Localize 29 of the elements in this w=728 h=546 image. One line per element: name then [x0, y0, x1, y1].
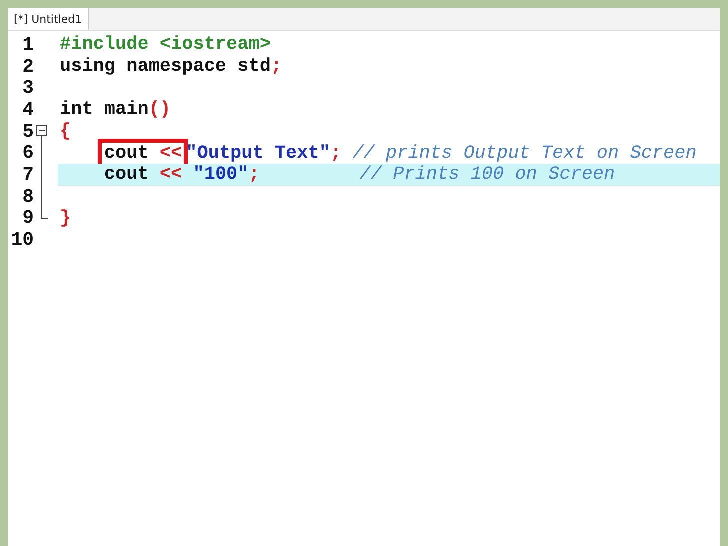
- line-number: 8: [22, 186, 34, 208]
- line-number: 2: [22, 56, 34, 78]
- code-text: #include <iostream>: [60, 34, 271, 56]
- code-text: ;: [330, 142, 343, 164]
- line-number: 3: [22, 77, 34, 100]
- line-number: 6: [22, 142, 34, 164]
- code-editor[interactable]: 1 #include <iostream> 2 using namespace std; 3 4 int main() 5 { 6 cout << "Output Text"; // prints Output Text on Screen 7 cout << "100"; // Prints 100 on Screen 8 9 } 10: [8, 31, 720, 546]
- code-comment: // prints Output Text on Screen: [352, 142, 697, 164]
- code-text: int main: [60, 99, 149, 120]
- code-text: {: [60, 121, 72, 142]
- code-text: using namespace std: [60, 56, 271, 78]
- line-number: 1: [22, 34, 34, 56]
- line-number: 5: [22, 120, 34, 143]
- string-literal: "100": [193, 164, 249, 186]
- file-tab[interactable]: [*] Untitled1: [8, 8, 90, 30]
- code-text: cout: [104, 142, 150, 164]
- code-text: cout: [104, 164, 150, 186]
- string-literal: "Output Text": [186, 142, 330, 164]
- code-text: <<: [160, 164, 184, 186]
- code-text: }: [60, 208, 72, 229]
- code-text: ;: [248, 164, 261, 186]
- line-number: 10: [10, 229, 34, 252]
- line-number: 7: [22, 164, 34, 186]
- code-text: ;: [270, 56, 282, 78]
- code-comment: // Prints 100 on Screen: [360, 164, 616, 186]
- code-text: (): [148, 99, 172, 120]
- line-number: 9: [22, 207, 34, 230]
- line-number: 4: [22, 98, 34, 121]
- code-text: <<: [160, 142, 182, 164]
